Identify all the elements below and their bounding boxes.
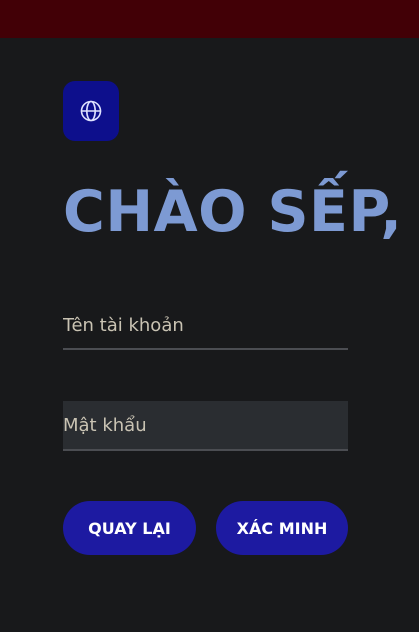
greeting-title: CHÀO SẾP, [63,179,403,245]
verify-button[interactable]: XÁC MINH [216,501,348,555]
login-screen: CHÀO SẾP, QUAY LẠI XÁC MINH [0,0,419,632]
password-input[interactable] [63,401,348,451]
back-button[interactable]: QUAY LẠI [63,501,196,555]
top-bar [0,0,419,38]
globe-icon [79,99,103,123]
username-input[interactable] [63,302,348,350]
language-button[interactable] [63,81,119,141]
